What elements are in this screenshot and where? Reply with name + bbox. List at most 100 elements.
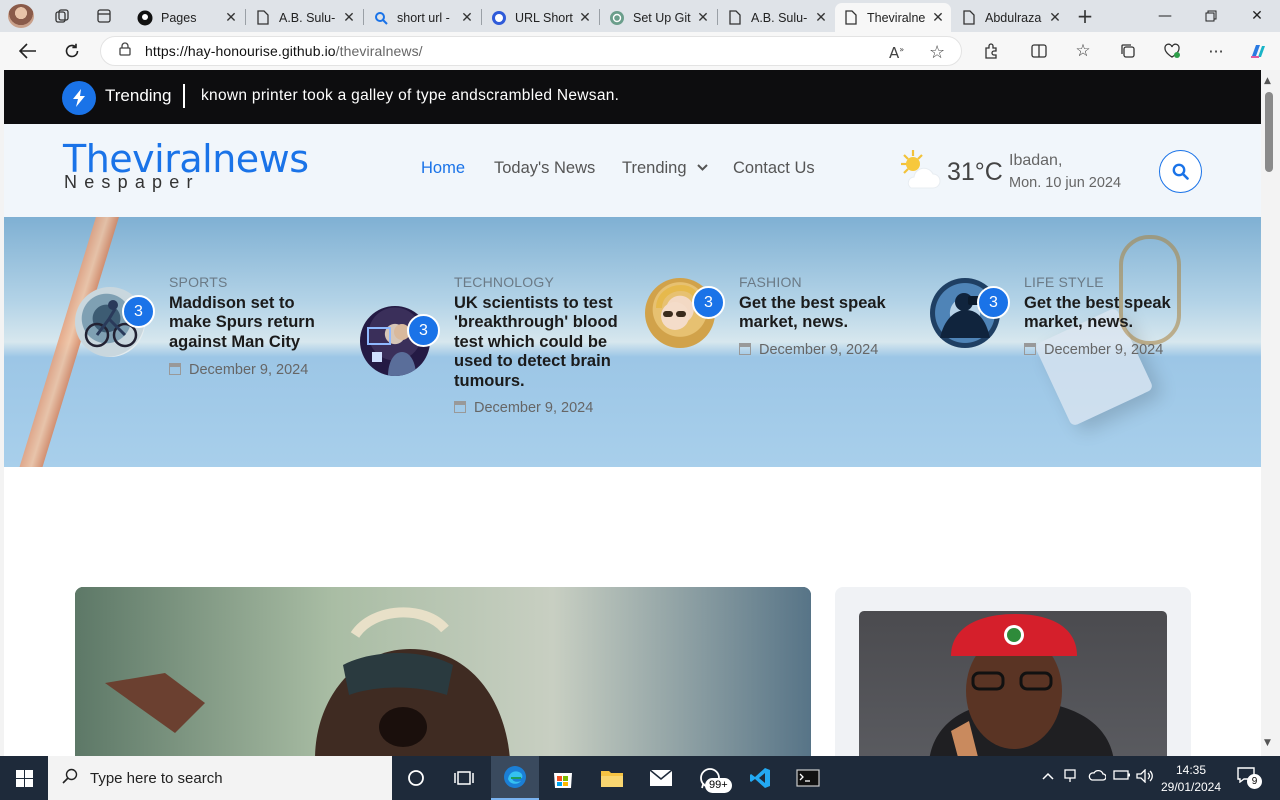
trending-ticker[interactable]: known printer took a galley of type ands…: [201, 87, 619, 105]
clock-date: 29/01/2024: [1160, 780, 1222, 794]
browser-tab-strip: Pages ✕ A.B. Sulu- ✕ short url - ✕ URL S…: [0, 0, 1280, 32]
volume-icon[interactable]: [1136, 768, 1154, 787]
trending-bar: Trending known printer took a galley of …: [4, 70, 1261, 124]
story-category[interactable]: FASHION: [739, 274, 802, 290]
story-date: December 9, 2024: [1024, 342, 1163, 358]
tab-set-up-git[interactable]: Set Up Git ✕: [601, 3, 716, 32]
close-tab-icon[interactable]: ✕: [696, 10, 710, 26]
minimize-icon[interactable]: —: [1142, 0, 1188, 32]
new-tab-icon[interactable]: +: [1075, 4, 1095, 28]
task-view-icon[interactable]: [440, 756, 488, 800]
address-bar[interactable]: https://hay-honourise.github.io/theviral…: [100, 36, 962, 66]
close-tab-icon[interactable]: ✕: [931, 10, 945, 26]
comment-count-badge: 3: [122, 295, 155, 328]
back-icon[interactable]: [14, 38, 42, 64]
tab-actions-icon[interactable]: [94, 6, 114, 26]
nav-trending[interactable]: Trending: [622, 159, 708, 178]
calendar-icon: [1024, 343, 1036, 355]
story-title[interactable]: UK scientists to test 'breakthrough' blo…: [454, 294, 624, 391]
clock-time: 14:35: [1175, 763, 1207, 777]
terminal-icon[interactable]: [784, 756, 832, 800]
scrollbar-thumb[interactable]: [1265, 92, 1273, 172]
workspaces-icon[interactable]: [52, 6, 72, 26]
tab-url-short[interactable]: URL Short ✕: [483, 3, 598, 32]
onedrive-icon[interactable]: [1088, 769, 1107, 785]
calendar-icon: [454, 401, 466, 413]
collections-icon[interactable]: [1117, 40, 1139, 62]
close-tab-icon[interactable]: ✕: [814, 10, 828, 26]
battery-icon[interactable]: [1113, 769, 1131, 785]
hero-story-technology[interactable]: 3 TECHNOLOGY UK scientists to test 'brea…: [360, 273, 630, 423]
tab-pages[interactable]: Pages ✕: [129, 3, 244, 32]
close-tab-icon[interactable]: ✕: [224, 10, 238, 26]
close-tab-icon[interactable]: ✕: [460, 10, 474, 26]
notification-center-icon[interactable]: 9: [1237, 767, 1262, 789]
tab-title: Abdulraza: [985, 10, 1042, 25]
trending-label: Trending: [105, 86, 172, 105]
nav-contact-us[interactable]: Contact Us: [733, 159, 815, 178]
story-category[interactable]: SPORTS: [169, 274, 228, 290]
featured-story-image[interactable]: [75, 587, 811, 756]
story-category[interactable]: TECHNOLOGY: [454, 274, 554, 290]
site-logo[interactable]: Theviralnews Nespaper: [63, 138, 309, 192]
close-window-icon[interactable]: ✕: [1234, 0, 1280, 32]
tab-ab-sulu-1[interactable]: A.B. Sulu- ✕: [247, 3, 362, 32]
hero-story-lifestyle[interactable]: 3 LIFE STYLE Get the best speak market, …: [930, 273, 1210, 373]
show-hidden-icons-icon[interactable]: [1042, 769, 1054, 784]
close-tab-icon[interactable]: ✕: [1048, 10, 1062, 26]
story-title[interactable]: Maddison set to make Spurs return agains…: [169, 294, 319, 352]
network-icon[interactable]: [1064, 769, 1080, 787]
taskbar-search-box[interactable]: Type here to search: [48, 756, 392, 800]
split-screen-icon[interactable]: [1028, 40, 1050, 62]
favorite-star-icon[interactable]: ☆: [929, 42, 945, 63]
microsoft-store-icon[interactable]: [539, 756, 587, 800]
more-options-icon[interactable]: ···: [1205, 40, 1227, 62]
vscode-icon[interactable]: [736, 756, 784, 800]
scroll-up-icon[interactable]: ▲: [1264, 76, 1271, 86]
mail-icon[interactable]: [637, 756, 685, 800]
story-title[interactable]: Get the best speak market, news.: [1024, 294, 1184, 333]
lock-icon[interactable]: [119, 42, 131, 60]
page-scrollbar[interactable]: ▲ ▼: [1261, 70, 1280, 756]
site-header: Theviralnews Nespaper Home Today's News …: [4, 124, 1261, 217]
system-clock[interactable]: 14:35 29/01/2024: [1160, 762, 1222, 796]
url-text: https://hay-honourise.github.io/theviral…: [145, 43, 423, 59]
search-icon: [373, 10, 389, 26]
tab-title: URL Short: [515, 10, 573, 25]
partly-sunny-icon: [897, 148, 943, 194]
tab-short-url[interactable]: short url - ✕: [365, 3, 480, 32]
nav-home[interactable]: Home: [421, 159, 465, 178]
refresh-icon[interactable]: [58, 38, 86, 64]
nav-todays-news[interactable]: Today's News: [494, 159, 595, 178]
close-tab-icon[interactable]: ✕: [342, 10, 356, 26]
tab-title: A.B. Sulu-: [279, 10, 336, 25]
favorites-icon[interactable]: ☆: [1072, 40, 1094, 62]
web-page: Trending known printer took a galley of …: [4, 70, 1261, 756]
restore-icon[interactable]: [1188, 0, 1234, 32]
close-tab-icon[interactable]: ✕: [578, 10, 592, 26]
start-button[interactable]: [0, 756, 48, 800]
sidebar-panel: [835, 587, 1191, 756]
story-title[interactable]: Get the best speak market, news.: [739, 294, 899, 333]
tab-ab-sulu-2[interactable]: A.B. Sulu- ✕: [719, 3, 834, 32]
search-button[interactable]: [1159, 150, 1202, 193]
weather-city: Ibadan,: [1009, 152, 1063, 169]
whatsapp-icon[interactable]: 99+: [686, 756, 734, 800]
tab-theviralnews[interactable]: Theviralne ✕: [835, 3, 951, 32]
cortana-icon[interactable]: [392, 756, 440, 800]
read-aloud-icon[interactable]: A»: [889, 44, 904, 62]
copilot-icon[interactable]: [1247, 40, 1269, 62]
story-category[interactable]: LIFE STYLE: [1024, 274, 1104, 290]
sidebar-story-image[interactable]: [859, 611, 1167, 756]
scroll-down-icon[interactable]: ▼: [1264, 738, 1271, 748]
profile-avatar[interactable]: [8, 4, 34, 28]
hero-story-sports[interactable]: 3 SPORTS Maddison set to make Spurs retu…: [75, 273, 345, 393]
windows-logo-icon: [15, 769, 33, 787]
tab-title: A.B. Sulu-: [751, 10, 808, 25]
file-explorer-icon[interactable]: [588, 756, 636, 800]
extensions-icon[interactable]: [980, 40, 1002, 62]
tab-abdulraza[interactable]: Abdulraza ✕: [953, 3, 1068, 32]
edge-taskbar-icon[interactable]: [491, 756, 539, 800]
hero-story-fashion[interactable]: 3 FASHION Get the best speak market, new…: [645, 273, 915, 373]
browser-essentials-icon[interactable]: [1161, 40, 1183, 62]
